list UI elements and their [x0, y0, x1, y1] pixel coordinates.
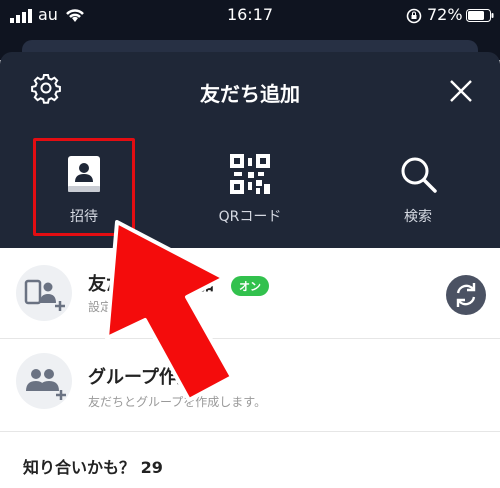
auto-add-title: 友だち自動追加 — [88, 274, 214, 295]
create-group-title: グループ作成 — [88, 367, 195, 388]
sheet-title: 友だち追加 — [200, 82, 300, 106]
search-label: 検索 — [404, 209, 432, 225]
auto-add-subtitle: 設定 — [88, 300, 113, 314]
qr-code-icon — [230, 154, 270, 194]
search-button[interactable]: 検索 — [353, 150, 483, 240]
invite-highlight-box — [33, 138, 135, 236]
refresh-icon — [456, 283, 476, 307]
qr-code-button[interactable]: QRコード — [185, 150, 315, 240]
rotation-lock-icon — [406, 8, 422, 24]
sync-button[interactable] — [446, 275, 486, 315]
auto-add-icon — [16, 265, 72, 321]
qr-code-label: QRコード — [218, 209, 282, 225]
create-group-subtitle: 友だちとグループを作成します。 — [88, 395, 267, 409]
suggestions-heading: 知り合いかも？ 29 — [23, 458, 163, 477]
clock: 16:17 — [226, 5, 274, 24]
battery-percentage: 72% — [427, 5, 463, 24]
search-icon — [401, 157, 437, 193]
group-icon — [16, 353, 72, 409]
status-bar: au 16:17 72% — [0, 0, 500, 30]
divider — [0, 431, 500, 432]
status-badge: オン — [231, 276, 269, 296]
create-group-row[interactable]: グループ作成 友だちとグループを作成します。 — [0, 339, 500, 431]
battery-icon — [466, 9, 494, 22]
close-icon[interactable] — [448, 78, 474, 104]
